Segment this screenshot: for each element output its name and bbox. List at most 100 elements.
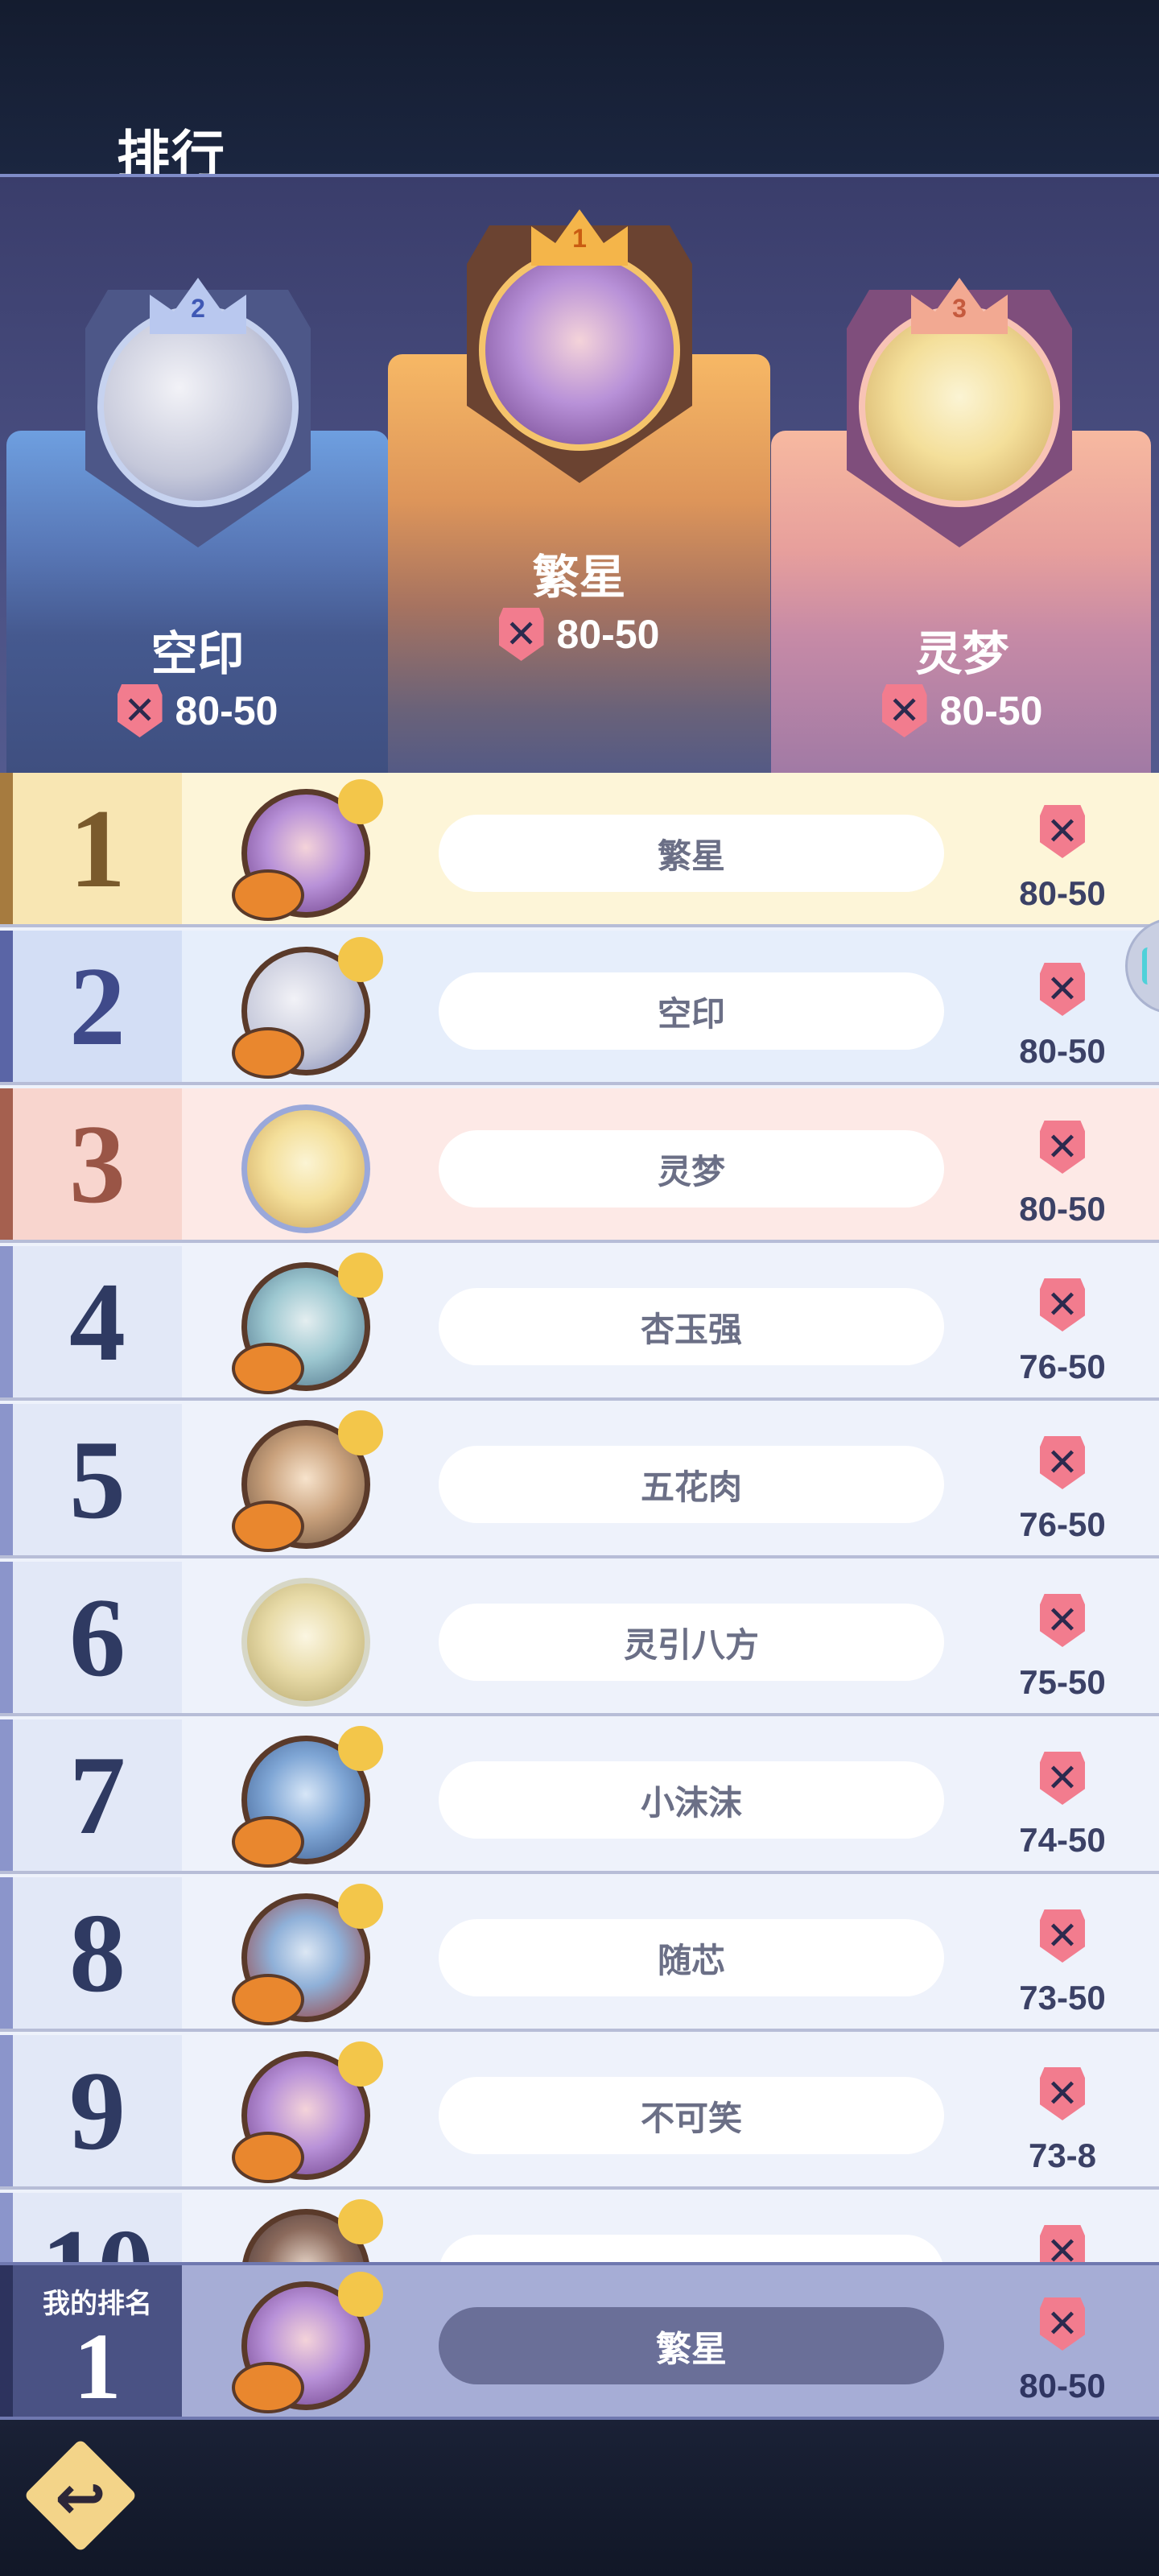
pumpkin-icon: [232, 2362, 304, 2413]
row-score-value: 80-50: [1019, 1032, 1106, 1070]
ranking-row[interactable]: 2 空印 ✕ 80-50: [0, 931, 1159, 1085]
podium-score-1: ✕ 80-50: [388, 608, 770, 661]
row-name: 空印: [439, 972, 944, 1050]
crossed-swords-shield-icon: ✕: [1040, 2225, 1085, 2262]
row-rank: 5: [13, 1404, 182, 1555]
crossed-swords-shield-icon: ✕: [1040, 963, 1085, 1016]
podium-avatar-2[interactable]: [97, 306, 299, 507]
row-score: ✕ 80-50: [998, 805, 1127, 913]
row-rank: 8: [13, 1877, 182, 2029]
row-name: 不可笑: [439, 2077, 944, 2154]
podium-avatar-3[interactable]: [859, 306, 1060, 507]
crossed-swords-shield-icon: ✕: [498, 608, 544, 661]
ranking-row[interactable]: 8 随芯 ✕ 73-50: [0, 1877, 1159, 2032]
pumpkin-icon: [232, 2132, 304, 2183]
row-strip: [0, 1562, 13, 1713]
row-strip: [0, 1246, 13, 1397]
back-button[interactable]: ↩: [23, 2438, 138, 2553]
row-score: ✕ 76-50: [998, 1278, 1127, 1386]
row-name: 五花肉: [439, 1446, 944, 1523]
ranking-row[interactable]: 3 灵梦 ✕ 80-50: [0, 1088, 1159, 1243]
my-score-value: 80-50: [1019, 2367, 1106, 2405]
row-score-value: 80-50: [1019, 1190, 1106, 1228]
row-name: 繁星: [439, 815, 944, 892]
row-score: ✕ 76-50: [998, 1436, 1127, 1544]
avatar[interactable]: [241, 1104, 370, 1233]
crossed-swords-shield-icon: ✕: [1040, 1278, 1085, 1331]
ranking-row[interactable]: 5 五花肉 ✕ 76-50: [0, 1404, 1159, 1558]
podium-rank-1: 1: [572, 224, 587, 253]
row-rank: 7: [13, 1719, 182, 1871]
crossed-swords-shield-icon: ✕: [1040, 1752, 1085, 1805]
podium-name-1: 繁星: [532, 550, 626, 605]
row-score: ✕ 73-8: [998, 2067, 1127, 2175]
podium-score-value: 80-50: [175, 688, 278, 733]
moon-icon: [338, 1253, 383, 1298]
podium-score-value: 80-50: [939, 688, 1043, 733]
row-score: ✕ 73-50: [998, 1909, 1127, 2017]
row-strip: [0, 1088, 13, 1240]
row-rank: 4: [13, 1246, 182, 1397]
podium-score-3: ✕ 80-50: [771, 684, 1153, 737]
row-rank: 3: [13, 1088, 182, 1240]
crossed-swords-shield-icon: ✕: [117, 684, 163, 737]
ranking-row[interactable]: 1 繁星 ✕ 80-50: [0, 773, 1159, 927]
row-name: 灵梦: [439, 1130, 944, 1208]
podium: 2 1 3 空印 繁星 灵梦 ✕ 80-50 ✕ 80-50 ✕ 80-50: [0, 177, 1159, 773]
crossed-swords-shield-icon: ✕: [1040, 1121, 1085, 1174]
moon-icon: [338, 1726, 383, 1771]
row-score: ✕: [998, 2225, 1127, 2262]
ranking-row[interactable]: 7 小沫沫 ✕ 74-50: [0, 1719, 1159, 1874]
row-name: 随芯: [439, 1919, 944, 1996]
moon-icon: [338, 779, 383, 824]
my-rank-number: 1: [73, 2314, 122, 2419]
my-rank-strip: [0, 2265, 13, 2417]
moon-icon: [338, 1884, 383, 1929]
moon-icon: [338, 2272, 383, 2317]
ranking-row[interactable]: 10 ✕: [0, 2193, 1159, 2262]
podium-name-2: 空印: [151, 626, 245, 681]
crossed-swords-shield-icon: ✕: [1040, 2297, 1085, 2351]
row-name: 小沫沫: [439, 1761, 944, 1839]
row-strip: [0, 931, 13, 1082]
my-rank-bar[interactable]: 我的排名 1 繁星 ✕ 80-50: [0, 2262, 1159, 2420]
row-name: [439, 2235, 944, 2262]
crossed-swords-shield-icon: ✕: [1040, 1909, 1085, 1963]
ranking-list[interactable]: 1 繁星 ✕ 80-50 2 空印 ✕ 80-50 3 灵梦 ✕ 80-50 4…: [0, 773, 1159, 2262]
my-score: ✕ 80-50: [998, 2297, 1127, 2405]
moon-icon: [338, 2199, 383, 2244]
avatar[interactable]: [241, 1578, 370, 1707]
bottom-bar: [0, 2420, 1159, 2576]
back-arrow-icon: ↩: [55, 2464, 106, 2533]
crossed-swords-shield-icon: ✕: [1040, 805, 1085, 858]
podium-score-2: ✕ 80-50: [6, 684, 389, 737]
ranking-row[interactable]: 9 不可笑 ✕ 73-8: [0, 2035, 1159, 2190]
my-name: 繁星: [439, 2307, 944, 2384]
row-score-value: 73-50: [1019, 1979, 1106, 2017]
crossed-swords-shield-icon: ✕: [1040, 1436, 1085, 1489]
row-rank: 1: [13, 773, 182, 924]
row-score: ✕ 75-50: [998, 1594, 1127, 1702]
pumpkin-icon: [232, 1343, 304, 1394]
podium-rank-2: 2: [191, 294, 205, 323]
moon-icon: [338, 2041, 383, 2087]
ranking-row[interactable]: 4 杏玉强 ✕ 76-50: [0, 1246, 1159, 1401]
podium-score-value: 80-50: [556, 612, 660, 657]
row-strip: [0, 2035, 13, 2186]
row-name: 杏玉强: [439, 1288, 944, 1365]
podium-name-3: 灵梦: [915, 626, 1009, 681]
pumpkin-icon: [232, 1501, 304, 1552]
row-strip: [0, 1404, 13, 1555]
crossed-swords-shield-icon: ✕: [1040, 1594, 1085, 1647]
row-score-value: 76-50: [1019, 1505, 1106, 1543]
podium-avatar-1[interactable]: [479, 250, 680, 451]
pumpkin-icon: [232, 1816, 304, 1868]
moon-icon: [338, 937, 383, 982]
row-score: ✕ 80-50: [998, 963, 1127, 1071]
row-score-value: 76-50: [1019, 1348, 1106, 1385]
pumpkin-icon: [232, 1974, 304, 2025]
row-rank: 9: [13, 2035, 182, 2186]
ranking-row[interactable]: 6 灵引八方 ✕ 75-50: [0, 1562, 1159, 1716]
row-rank: 6: [13, 1562, 182, 1713]
row-rank: 2: [13, 931, 182, 1082]
